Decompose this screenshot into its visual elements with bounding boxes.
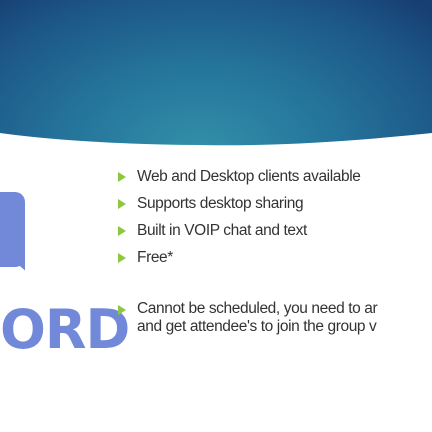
bullet-text: Built in VOIP chat and text bbox=[137, 222, 307, 239]
note-line-2: and get attendee's to join the group v bbox=[137, 318, 377, 335]
list-item: Built in VOIP chat and text bbox=[118, 217, 432, 244]
bullet-arrow-icon bbox=[118, 199, 126, 209]
discord-logo-text: ORD bbox=[0, 298, 130, 361]
note-line-1: Cannot be scheduled, you need to ar bbox=[137, 300, 378, 317]
list-item: Supports desktop sharing bbox=[118, 190, 432, 217]
bullet-arrow-icon bbox=[118, 253, 126, 263]
header-banner bbox=[0, 0, 432, 150]
feature-list: Web and Desktop clients available Suppor… bbox=[118, 163, 432, 336]
bullet-arrow-icon bbox=[118, 226, 126, 236]
bullet-text: Free* bbox=[137, 249, 173, 266]
list-item-note: Cannot be scheduled, you need to ar and g… bbox=[118, 300, 432, 336]
list-item: Free* bbox=[118, 244, 432, 271]
list-item: Web and Desktop clients available bbox=[118, 163, 432, 190]
bullet-text: Web and Desktop clients available bbox=[137, 168, 361, 185]
bullet-text: Supports desktop sharing bbox=[137, 195, 304, 212]
bullet-arrow-icon bbox=[118, 305, 126, 315]
discord-logo-icon bbox=[0, 192, 25, 267]
bullet-arrow-icon bbox=[118, 172, 126, 182]
